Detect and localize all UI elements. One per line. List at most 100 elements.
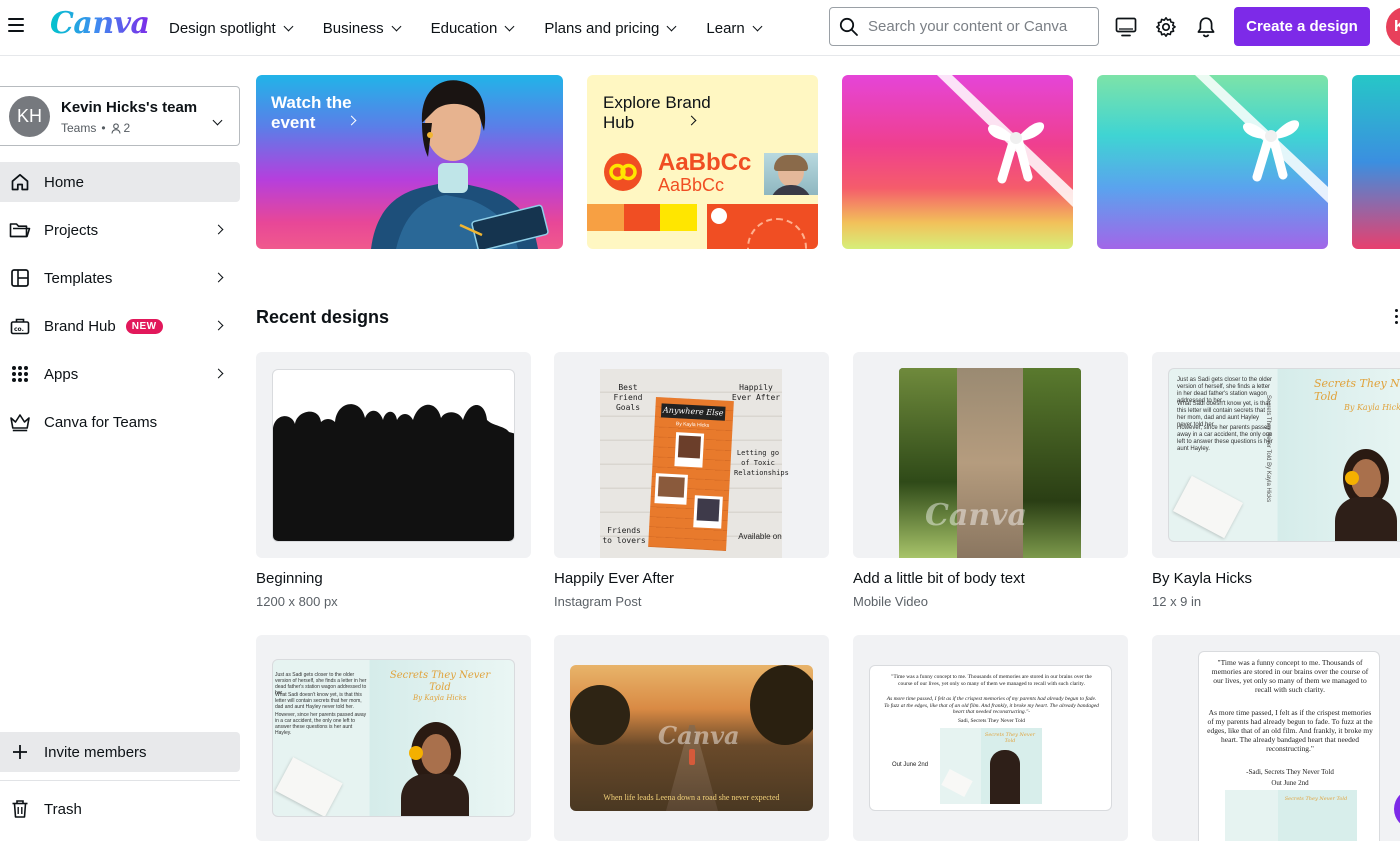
- sidebar-item-home[interactable]: Home: [0, 162, 240, 202]
- board-sign: Anywhere Else: [660, 403, 726, 421]
- ribbon-bow-image: [1195, 75, 1328, 203]
- instagram-post-preview: Best Friend Goals Happily Ever After Any…: [600, 369, 789, 558]
- font-sample-1: AaBbCc: [658, 149, 752, 176]
- design-title[interactable]: By Kayla Hicks: [1152, 570, 1252, 587]
- canva-logo[interactable]: Canva: [50, 6, 150, 41]
- woman-with-flower-image: [393, 722, 473, 816]
- book-author: By Kayla Hicks: [1344, 403, 1400, 412]
- brand-pattern-image: [707, 204, 818, 249]
- crown-icon: [9, 411, 31, 433]
- promo-banner-3[interactable]: [1352, 75, 1400, 249]
- quote-paragraph: As more time passed, I felt as if the cr…: [884, 696, 1099, 715]
- envelope-image: [275, 757, 343, 816]
- gift-promo-banner-1[interactable]: [842, 75, 1073, 249]
- design-title[interactable]: Happily Ever After: [554, 570, 674, 587]
- top-bar: Canva Design spotlight Business Educatio…: [0, 0, 1400, 56]
- separator-dot: •: [101, 121, 106, 135]
- quote-paragraph: As more time passed, I felt as if the cr…: [1207, 708, 1373, 753]
- design-thumbnail[interactable]: Just as Sadi gets closer to the older ve…: [1152, 352, 1400, 558]
- design-subtitle: Instagram Post: [554, 594, 642, 609]
- woman-with-flower-image: [1329, 449, 1399, 541]
- create-design-button[interactable]: Create a design: [1234, 7, 1370, 46]
- design-thumbnail[interactable]: Just as Sadi gets closer to the older ve…: [256, 635, 531, 841]
- brand-logo-icon: [604, 153, 642, 191]
- sidebar-item-templates[interactable]: Templates: [0, 258, 240, 298]
- note-top-right: Happily Ever After: [731, 383, 781, 402]
- sidebar-divider: [0, 780, 240, 781]
- team-meta: Teams • 2: [61, 121, 130, 135]
- sidebar-item-label: Home: [44, 173, 85, 191]
- nav-business[interactable]: Business: [322, 19, 402, 37]
- gear-icon[interactable]: [1154, 15, 1178, 39]
- sidebar-item-label: Brand Hub: [44, 317, 116, 335]
- font-sample-2: AaBbCc: [658, 175, 725, 195]
- nav-learn[interactable]: Learn: [706, 19, 763, 37]
- design-thumbnail[interactable]: "Time was a funny concept to me. Thousan…: [853, 635, 1128, 841]
- design-thumbnail[interactable]: Best Friend Goals Happily Ever After Any…: [554, 352, 829, 558]
- new-badge: NEW: [125, 318, 163, 334]
- nav-education[interactable]: Education: [431, 20, 515, 37]
- team-avatar: KH: [9, 96, 50, 137]
- invite-members-button[interactable]: Invite members: [0, 732, 240, 772]
- sidebar-item-label: Trash: [44, 800, 82, 818]
- ribbon-bow-image: [937, 75, 1073, 207]
- bell-icon[interactable]: [1194, 15, 1218, 39]
- design-subtitle: Mobile Video: [853, 594, 928, 609]
- design-thumbnail[interactable]: "Time was a funny concept to me. Thousan…: [1152, 635, 1400, 841]
- brand-hub-banner[interactable]: Explore Brand Hub AaBbCc AaBbCc: [587, 75, 818, 249]
- recent-designs-title: Recent designs: [256, 307, 390, 327]
- search-icon: [839, 17, 858, 36]
- design-title[interactable]: Beginning: [256, 570, 323, 587]
- canva-watermark: Canva: [925, 498, 1027, 533]
- sidebar-item-brand-hub[interactable]: co. Brand Hub NEW: [0, 306, 240, 346]
- user-avatar[interactable]: K: [1386, 7, 1400, 47]
- svg-text:co.: co.: [14, 326, 24, 333]
- sidebar-item-trash[interactable]: Trash: [0, 789, 240, 829]
- design-thumbnail[interactable]: [256, 352, 531, 558]
- templates-icon: [9, 267, 31, 289]
- design-thumbnail[interactable]: Canva: [853, 352, 1128, 558]
- nav-label: Business: [322, 19, 384, 37]
- desktop-app-icon[interactable]: [1114, 15, 1138, 39]
- nav-design-spotlight[interactable]: Design spotlight: [169, 19, 294, 37]
- design-title[interactable]: Add a little bit of body text: [853, 570, 1025, 587]
- design-thumbnail[interactable]: Canva When life leads Leena down a road …: [554, 635, 829, 841]
- gift-promo-banner-2[interactable]: [1097, 75, 1328, 249]
- design-subtitle: 1200 x 800 px: [256, 594, 338, 609]
- polaroid-3: [693, 495, 723, 529]
- nav-plans-pricing[interactable]: Plans and pricing: [544, 20, 677, 37]
- sidebar-item-projects[interactable]: Projects: [0, 210, 240, 250]
- book-spine: Secrets They Never Told By Kayla Hicks: [1265, 395, 1271, 503]
- design-subtitle: 12 x 9 in: [1152, 594, 1202, 609]
- nav-label: Learn: [706, 19, 745, 37]
- chevron-down-icon: [283, 21, 294, 31]
- sidebar-item-canva-for-teams[interactable]: Canva for Teams: [0, 402, 240, 442]
- sidebar-item-label: Canva for Teams: [44, 413, 158, 431]
- silhouette-image: [272, 369, 515, 542]
- menu-icon[interactable]: [8, 18, 24, 32]
- team-switcher[interactable]: KH Kevin Hicks's team Teams • 2: [0, 86, 240, 146]
- quote-author: Sadi, Secrets They Never Told: [957, 718, 1026, 724]
- more-options-icon[interactable]: [1395, 309, 1400, 327]
- chevron-right-icon: [213, 272, 224, 283]
- note-bottom-left: Friends to lovers: [602, 526, 646, 545]
- invite-members-label: Invite members: [44, 743, 147, 761]
- sidebar-item-label: Projects: [44, 221, 99, 239]
- search-box[interactable]: [829, 7, 1099, 46]
- person-icon: [110, 122, 121, 134]
- sidebar-item-apps[interactable]: Apps: [0, 354, 240, 394]
- search-input[interactable]: [868, 18, 1078, 35]
- quote-preview: "Time was a funny concept to me. Thousan…: [869, 665, 1112, 811]
- sidebar: KH Kevin Hicks's team Teams • 2 Home Pro…: [0, 57, 248, 845]
- polaroid-2: [654, 473, 688, 505]
- main-nav: Design spotlight Business Education Plan…: [169, 0, 792, 56]
- book-cover-preview: Just as Sadi gets closer to the older ve…: [272, 659, 515, 817]
- brand-hub-title: Explore Brand Hub: [603, 93, 711, 132]
- folder-icon: [9, 219, 31, 241]
- mini-book-cover: Secrets They Never Told: [1225, 790, 1357, 841]
- watch-event-banner[interactable]: Watch the event: [256, 75, 563, 249]
- release-date: Out June 2nd: [1271, 779, 1309, 787]
- nav-label: Design spotlight: [169, 19, 276, 37]
- apps-grid-icon: [9, 363, 31, 385]
- help-fab[interactable]: [1394, 789, 1400, 829]
